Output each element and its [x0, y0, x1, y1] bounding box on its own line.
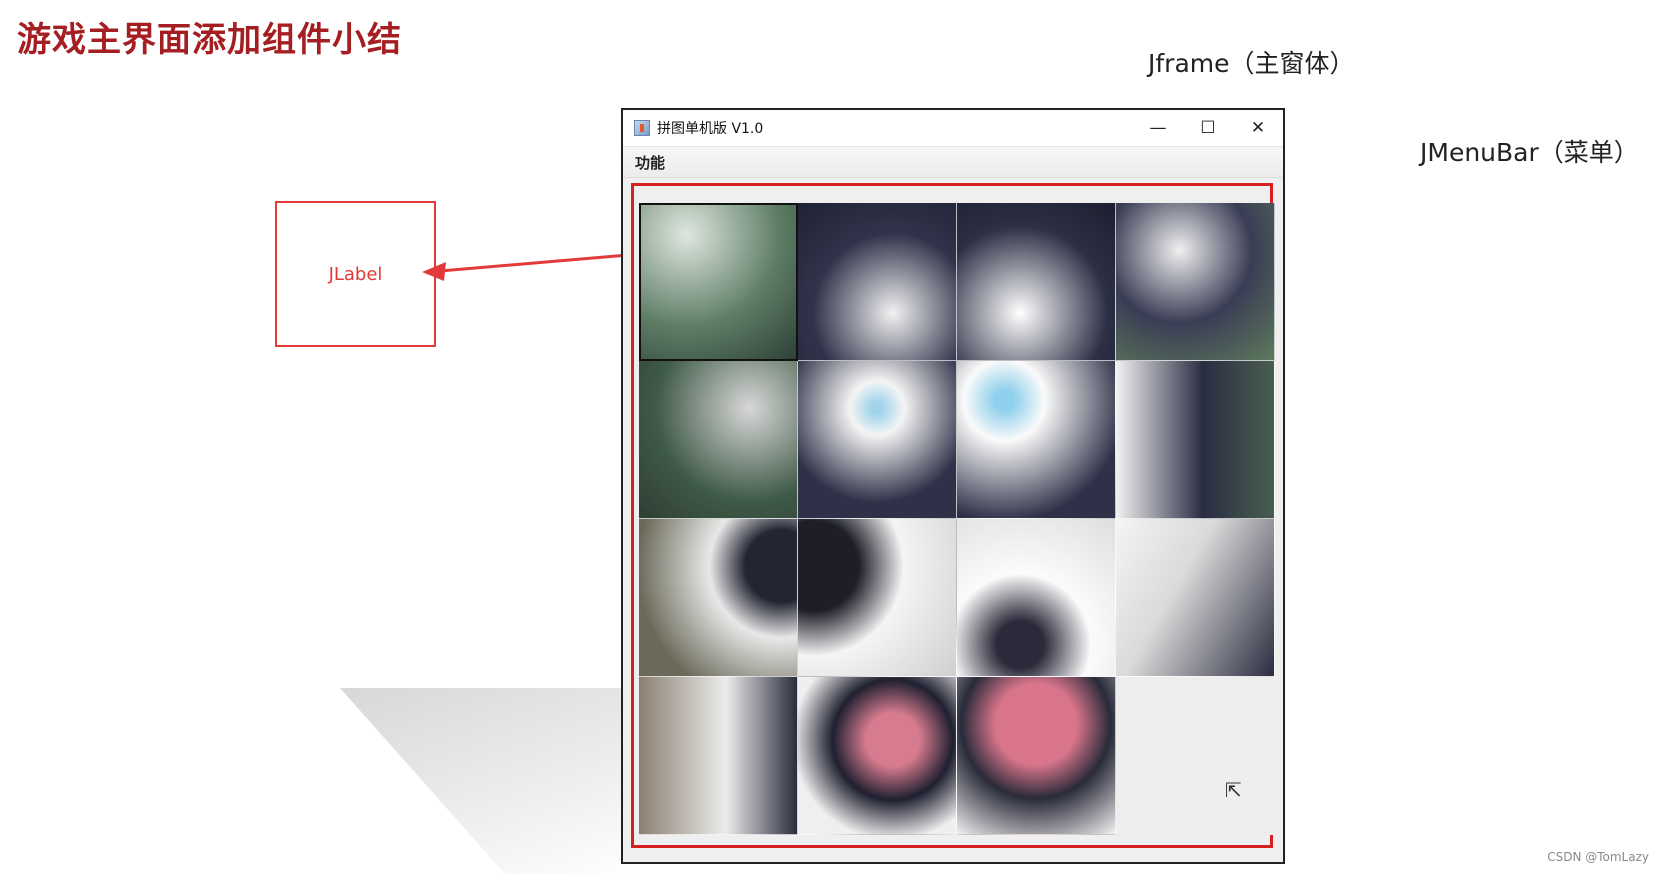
puzzle-tile[interactable] — [639, 519, 798, 677]
jlabel-callout-text: JLabel — [328, 263, 383, 285]
puzzle-tile[interactable] — [639, 361, 798, 519]
mouse-cursor-icon: ⇱ — [1225, 778, 1242, 802]
game-window: 拼图单机版 V1.0 — ☐ ✕ 功能 ⇱ — [621, 108, 1285, 864]
menu-function[interactable]: 功能 — [623, 152, 677, 173]
puzzle-tile[interactable] — [957, 361, 1116, 519]
puzzle-tile[interactable] — [798, 361, 957, 519]
puzzle-tile[interactable] — [957, 203, 1116, 361]
slide-title: 游戏主界面添加组件小结 — [17, 20, 402, 60]
jframe-annotation: Jframe（主窗体） — [1148, 49, 1355, 78]
jmenubar-annotation: JMenuBar（菜单） — [1420, 138, 1639, 167]
puzzle-tile[interactable] — [957, 677, 1116, 835]
puzzle-tile[interactable] — [1116, 361, 1275, 519]
window-title: 拼图单机版 V1.0 — [657, 121, 764, 137]
content-pane — [631, 183, 1275, 848]
puzzle-tile[interactable] — [1116, 203, 1275, 361]
empty-tile — [1116, 677, 1275, 835]
close-button[interactable]: ✕ — [1233, 111, 1283, 145]
drop-shadow — [340, 688, 640, 874]
watermark: CSDN @TomLazy — [1547, 850, 1649, 864]
java-app-icon — [634, 120, 650, 136]
puzzle-tile[interactable] — [798, 677, 957, 835]
puzzle-tile[interactable] — [639, 203, 798, 361]
menu-bar: 功能 — [623, 147, 1283, 178]
jlabel-callout: JLabel — [275, 201, 436, 347]
puzzle-tile[interactable] — [957, 519, 1116, 677]
window-controls: — ☐ ✕ — [1133, 111, 1283, 145]
puzzle-tile[interactable] — [798, 203, 957, 361]
puzzle-tile[interactable] — [639, 677, 798, 835]
maximize-button[interactable]: ☐ — [1183, 111, 1233, 145]
puzzle-tile[interactable] — [1116, 519, 1275, 677]
window-titlebar[interactable]: 拼图单机版 V1.0 — ☐ ✕ — [623, 110, 1283, 147]
puzzle-tile[interactable] — [798, 519, 957, 677]
minimize-button[interactable]: — — [1133, 111, 1183, 145]
